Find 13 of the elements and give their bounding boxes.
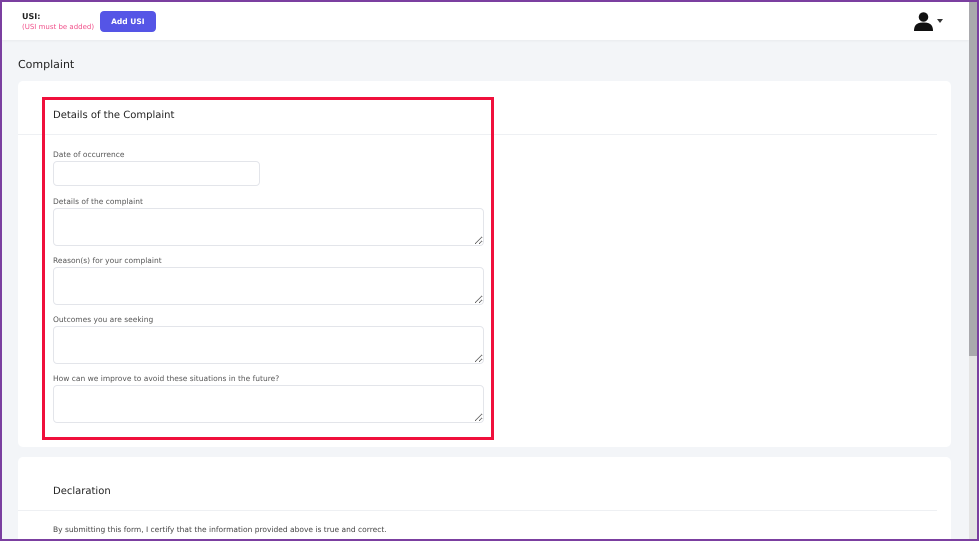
caret-icon bbox=[937, 19, 943, 23]
card-title: Details of the Complaint bbox=[53, 110, 176, 121]
date-field[interactable] bbox=[53, 161, 260, 186]
text-area[interactable] bbox=[53, 385, 484, 423]
page-title: Complaint bbox=[18, 58, 76, 71]
text-area[interactable] bbox=[53, 208, 484, 246]
text-area[interactable] bbox=[53, 267, 484, 305]
user-menu-button[interactable] bbox=[914, 12, 943, 30]
text-area[interactable] bbox=[53, 326, 484, 364]
usi-label: USI: bbox=[22, 12, 42, 20]
card-title: Declaration bbox=[53, 486, 112, 497]
scrollbar[interactable] bbox=[969, 2, 977, 539]
user-icon bbox=[914, 12, 933, 30]
